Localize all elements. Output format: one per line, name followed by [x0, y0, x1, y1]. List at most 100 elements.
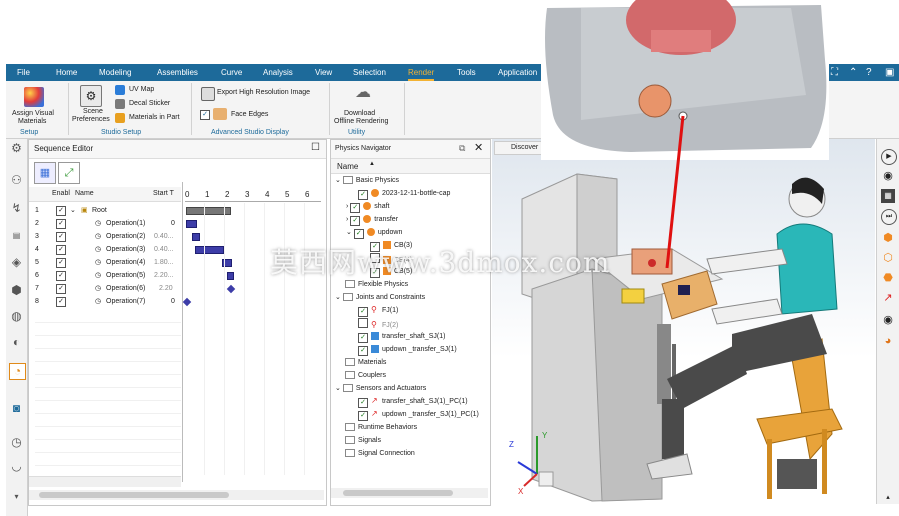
joint-tool-icon[interactable]: ↗: [881, 291, 895, 305]
assembly-navigator-icon[interactable]: ⚇: [9, 173, 24, 188]
fullscreen-icon[interactable]: ⛶: [831, 64, 838, 81]
constraint-navigator-icon[interactable]: ↯: [9, 201, 24, 216]
tree-node-fj1[interactable]: ✓ ⚲ FJ(1): [358, 304, 398, 317]
tree-node-shaft[interactable]: › ✓ shaft: [346, 200, 389, 213]
collision-body-tool-icon[interactable]: ⬡: [881, 251, 895, 265]
expand-icon[interactable]: ›: [346, 203, 348, 210]
enable-checkbox[interactable]: ✓: [56, 245, 66, 255]
scroll-thumb[interactable]: [343, 490, 453, 496]
table-row[interactable]: 2 ✓ ◷ Operation(1) 0: [35, 217, 175, 230]
menu-assemblies[interactable]: Assemblies: [157, 64, 198, 81]
play-icon[interactable]: ▶: [881, 149, 897, 165]
tree-node-transfer[interactable]: › ✓ transfer: [346, 213, 398, 226]
menu-tools[interactable]: Tools: [457, 64, 476, 81]
horizontal-scrollbar[interactable]: [29, 476, 181, 487]
assign-visual-materials-icon[interactable]: [24, 87, 44, 107]
face-edges-label[interactable]: Face Edges: [231, 111, 268, 118]
filter-icon[interactable]: ▦: [34, 162, 56, 184]
reuse-library-icon[interactable]: ◈: [9, 255, 24, 270]
visibility-checkbox[interactable]: ✓: [353, 229, 364, 239]
expand-icon[interactable]: ⌄: [70, 204, 76, 217]
tree-node-fj2[interactable]: ⚲ FJ(2): [358, 317, 398, 330]
materials-in-part-label[interactable]: Materials in Part: [129, 114, 180, 121]
settings-icon[interactable]: ⚙: [9, 141, 24, 156]
close-icon[interactable]: ✕: [474, 141, 483, 154]
menu-render[interactable]: Render: [408, 64, 435, 81]
visibility-checkbox[interactable]: [358, 318, 368, 328]
visibility-checkbox[interactable]: ✓: [358, 333, 368, 343]
tree-node-transfer-shaft-sj[interactable]: ✓ transfer_shaft_SJ(1): [358, 330, 445, 343]
timeline-scrollbar[interactable]: [29, 490, 324, 500]
expand-icon[interactable]: ›: [346, 216, 348, 223]
offline-rendering-label[interactable]: Offline Rendering: [334, 118, 388, 125]
scroll-down-icon[interactable]: ▾: [9, 489, 24, 504]
assign-visual-label[interactable]: Assign Visual: [12, 110, 54, 117]
scene-label[interactable]: Scene: [83, 108, 103, 115]
export-high-res-label[interactable]: Export High Resolution Image: [217, 89, 310, 96]
table-row[interactable]: 8 ✓ ◷ Operation(7) 0: [35, 295, 175, 308]
download-label[interactable]: Download: [344, 110, 375, 117]
enable-checkbox[interactable]: ✓: [56, 284, 66, 294]
visibility-checkbox[interactable]: ✓: [350, 203, 361, 213]
col-name[interactable]: Name: [337, 162, 358, 171]
table-row[interactable]: 6 ✓ ◷ Operation(5) 2.20...: [35, 269, 173, 282]
name-column-header[interactable]: Name ▲: [331, 159, 490, 174]
physics-navigator-icon[interactable]: ⬢: [9, 283, 24, 298]
maximize-icon[interactable]: ☐: [311, 142, 320, 153]
enable-checkbox[interactable]: ✓: [56, 206, 66, 216]
viewport-tab[interactable]: Discover: [494, 141, 546, 155]
scroll-thumb[interactable]: [39, 492, 229, 498]
menu-view[interactable]: View: [315, 64, 332, 81]
collapse-icon[interactable]: ⌄: [335, 385, 341, 392]
tree-node-bottle-cap[interactable]: ✓ 2023-12-11-bottle-cap: [358, 187, 450, 200]
decal-sticker-icon[interactable]: [115, 99, 125, 109]
step-icon[interactable]: ⏭: [881, 209, 897, 225]
palette-icon[interactable]: ◐: [9, 335, 24, 350]
scene-preferences-icon[interactable]: ⚙: [80, 85, 102, 107]
table-row[interactable]: 3 ✓ ◷ Operation(2) 0.40...: [35, 230, 173, 243]
decal-sticker-label[interactable]: Decal Sticker: [129, 100, 170, 107]
table-row[interactable]: 1 ✓ ⌄ ▣ Root: [35, 204, 107, 217]
export-image-icon[interactable]: [201, 87, 215, 101]
materials-label[interactable]: Materials: [18, 118, 46, 125]
visibility-checkbox[interactable]: ✓: [350, 216, 361, 226]
tree-node-runtime[interactable]: Runtime Behaviors: [345, 421, 417, 434]
visibility-checkbox[interactable]: ✓: [358, 398, 368, 408]
more-tools-icon[interactable]: ◡: [9, 459, 24, 474]
web-browser-icon[interactable]: ◙: [9, 401, 24, 416]
tree-node-couplers[interactable]: Couplers: [345, 369, 386, 382]
tree-node-sensors[interactable]: ⌄ Sensors and Actuators: [335, 382, 426, 395]
visibility-checkbox[interactable]: ✓: [358, 190, 368, 200]
enable-checkbox[interactable]: ✓: [56, 258, 66, 268]
uv-map-label[interactable]: UV Map: [129, 86, 154, 93]
uv-map-icon[interactable]: [115, 85, 125, 95]
collapse-icon[interactable]: ⌄: [335, 177, 341, 184]
download-cloud-icon[interactable]: ☁: [352, 83, 374, 103]
menu-application[interactable]: Application: [498, 64, 537, 81]
visibility-tool-icon[interactable]: ◉: [881, 313, 895, 327]
horizontal-scrollbar[interactable]: [331, 488, 488, 498]
tree-node-signal-connection[interactable]: Signal Connection: [345, 447, 415, 460]
visibility-checkbox[interactable]: ✓: [358, 411, 368, 421]
link-icon[interactable]: ⤢: [58, 162, 80, 184]
collapse-icon[interactable]: ⌄: [335, 294, 341, 301]
role-icon[interactable]: ◍: [9, 309, 24, 324]
eye-icon[interactable]: ◉: [881, 169, 895, 183]
visibility-checkbox[interactable]: ✓: [358, 346, 368, 356]
col-name[interactable]: Name: [75, 190, 94, 197]
tree-node-updown-transfer-sj[interactable]: ✓ updown _transfer_SJ(1): [358, 343, 457, 356]
history-icon[interactable]: ◷: [9, 435, 24, 450]
tree-node-materials[interactable]: Materials: [345, 356, 386, 369]
tree-node-updown[interactable]: ⌄ ✓ updown: [346, 226, 402, 239]
table-row[interactable]: 4 ✓ ◷ Operation(3) 0.40...: [35, 243, 173, 256]
menu-home[interactable]: Home: [56, 64, 77, 81]
window-icon[interactable]: ▣: [885, 64, 894, 81]
visibility-checkbox[interactable]: ✓: [358, 307, 368, 317]
tree-node-updown-transfer-pc[interactable]: ✓ ↗ updown _transfer_SJ(1)_PC(1): [358, 408, 479, 421]
face-edges-checkbox[interactable]: ✓: [200, 110, 210, 120]
menu-analysis[interactable]: Analysis: [263, 64, 293, 81]
sequence-editor-icon[interactable]: ◔: [9, 363, 26, 380]
restore-icon[interactable]: ⧉: [459, 143, 465, 154]
view-triad[interactable]: [502, 424, 572, 494]
collapse-icon[interactable]: ⌄: [346, 229, 352, 236]
